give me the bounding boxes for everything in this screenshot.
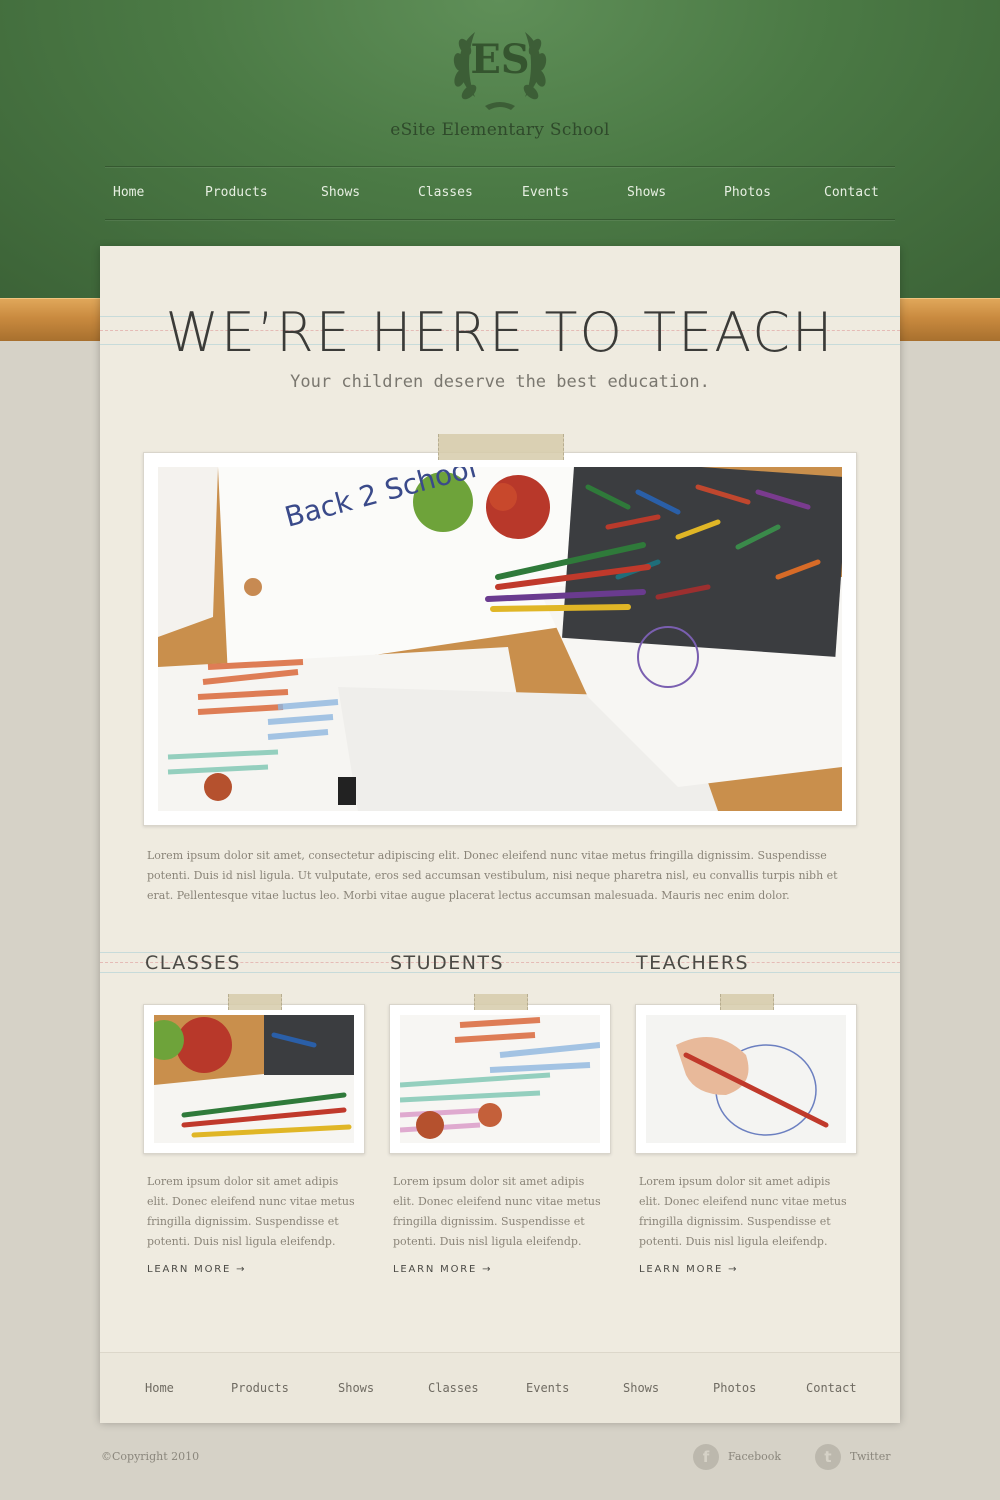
- classes-text: Lorem ipsum dolor sit amet adipis elit. …: [147, 1175, 355, 1248]
- twitter-label: Twitter: [850, 1450, 891, 1463]
- classes-title: CLASSES: [145, 952, 241, 974]
- footer-nav-shows-2[interactable]: Shows: [623, 1381, 659, 1395]
- hero-photo: Back 2 School: [158, 467, 842, 811]
- twitter-link[interactable]: t Twitter: [815, 1444, 900, 1470]
- content-paper: WE’RE HERE TO TEACH Your children deserv…: [100, 246, 900, 1423]
- main-nav: Home Products Shows Classes Events Shows…: [105, 166, 895, 220]
- nav-shows[interactable]: Shows: [321, 185, 360, 200]
- footer-nav-events[interactable]: Events: [526, 1381, 569, 1395]
- students-learn-more-link[interactable]: LEARN MORE →: [393, 1264, 492, 1275]
- hero-photo-frame: Back 2 School: [143, 452, 857, 826]
- classes-photo-frame: [143, 1004, 365, 1154]
- classes-learn-more-link[interactable]: LEARN MORE →: [147, 1264, 246, 1275]
- students-photo-frame: [389, 1004, 611, 1154]
- footer-nav-photos[interactable]: Photos: [713, 1381, 756, 1395]
- nav-events[interactable]: Events: [522, 185, 569, 200]
- nav-classes[interactable]: Classes: [418, 185, 473, 200]
- facebook-icon: f: [693, 1444, 719, 1470]
- twitter-icon: t: [815, 1444, 841, 1470]
- facebook-label: Facebook: [728, 1450, 782, 1463]
- nav-photos[interactable]: Photos: [724, 185, 771, 200]
- footer-nav-products[interactable]: Products: [231, 1381, 289, 1395]
- teachers-title: TEACHERS: [636, 952, 750, 974]
- school-logo[interactable]: ES: [445, 22, 555, 114]
- hero-subline: Your children deserve the best education…: [290, 372, 710, 392]
- students-title: STUDENTS: [390, 952, 505, 974]
- students-illustration: [400, 1015, 600, 1143]
- footer-nav-contact[interactable]: Contact: [806, 1381, 857, 1395]
- nav-home[interactable]: Home: [113, 185, 144, 200]
- students-text: Lorem ipsum dolor sit amet adipis elit. …: [393, 1175, 601, 1248]
- intro-paragraph: Lorem ipsum dolor sit amet, consectetur …: [147, 849, 838, 902]
- logo-monogram: ES: [470, 36, 530, 83]
- footer-nav-classes[interactable]: Classes: [428, 1381, 479, 1395]
- nav-contact[interactable]: Contact: [824, 185, 879, 200]
- classes-illustration: [154, 1015, 354, 1143]
- tape-strip: [720, 994, 774, 1010]
- tape-strip: [228, 994, 282, 1010]
- footer-nav-shows[interactable]: Shows: [338, 1381, 374, 1395]
- footer-nav: Home Products Shows Classes Events Shows…: [100, 1352, 900, 1423]
- facebook-link[interactable]: f Facebook: [693, 1444, 793, 1470]
- tape-strip: [474, 994, 528, 1010]
- teachers-illustration: [646, 1015, 846, 1143]
- teachers-text: Lorem ipsum dolor sit amet adipis elit. …: [639, 1175, 847, 1248]
- classes-photo: [154, 1015, 354, 1143]
- nav-products[interactable]: Products: [205, 185, 268, 200]
- teachers-photo-frame: [635, 1004, 857, 1154]
- footer-nav-home[interactable]: Home: [145, 1381, 174, 1395]
- school-supplies-illustration: Back 2 School: [158, 467, 842, 811]
- students-photo: [400, 1015, 600, 1143]
- teachers-learn-more-link[interactable]: LEARN MORE →: [639, 1264, 738, 1275]
- tape-strip: [438, 434, 564, 460]
- copyright: ©Copyright 2010: [101, 1450, 200, 1463]
- nav-shows-2[interactable]: Shows: [627, 185, 666, 200]
- site-name: eSite Elementary School: [390, 120, 610, 140]
- teachers-photo: [646, 1015, 846, 1143]
- hero-headline: WE’RE HERE TO TEACH: [165, 301, 835, 364]
